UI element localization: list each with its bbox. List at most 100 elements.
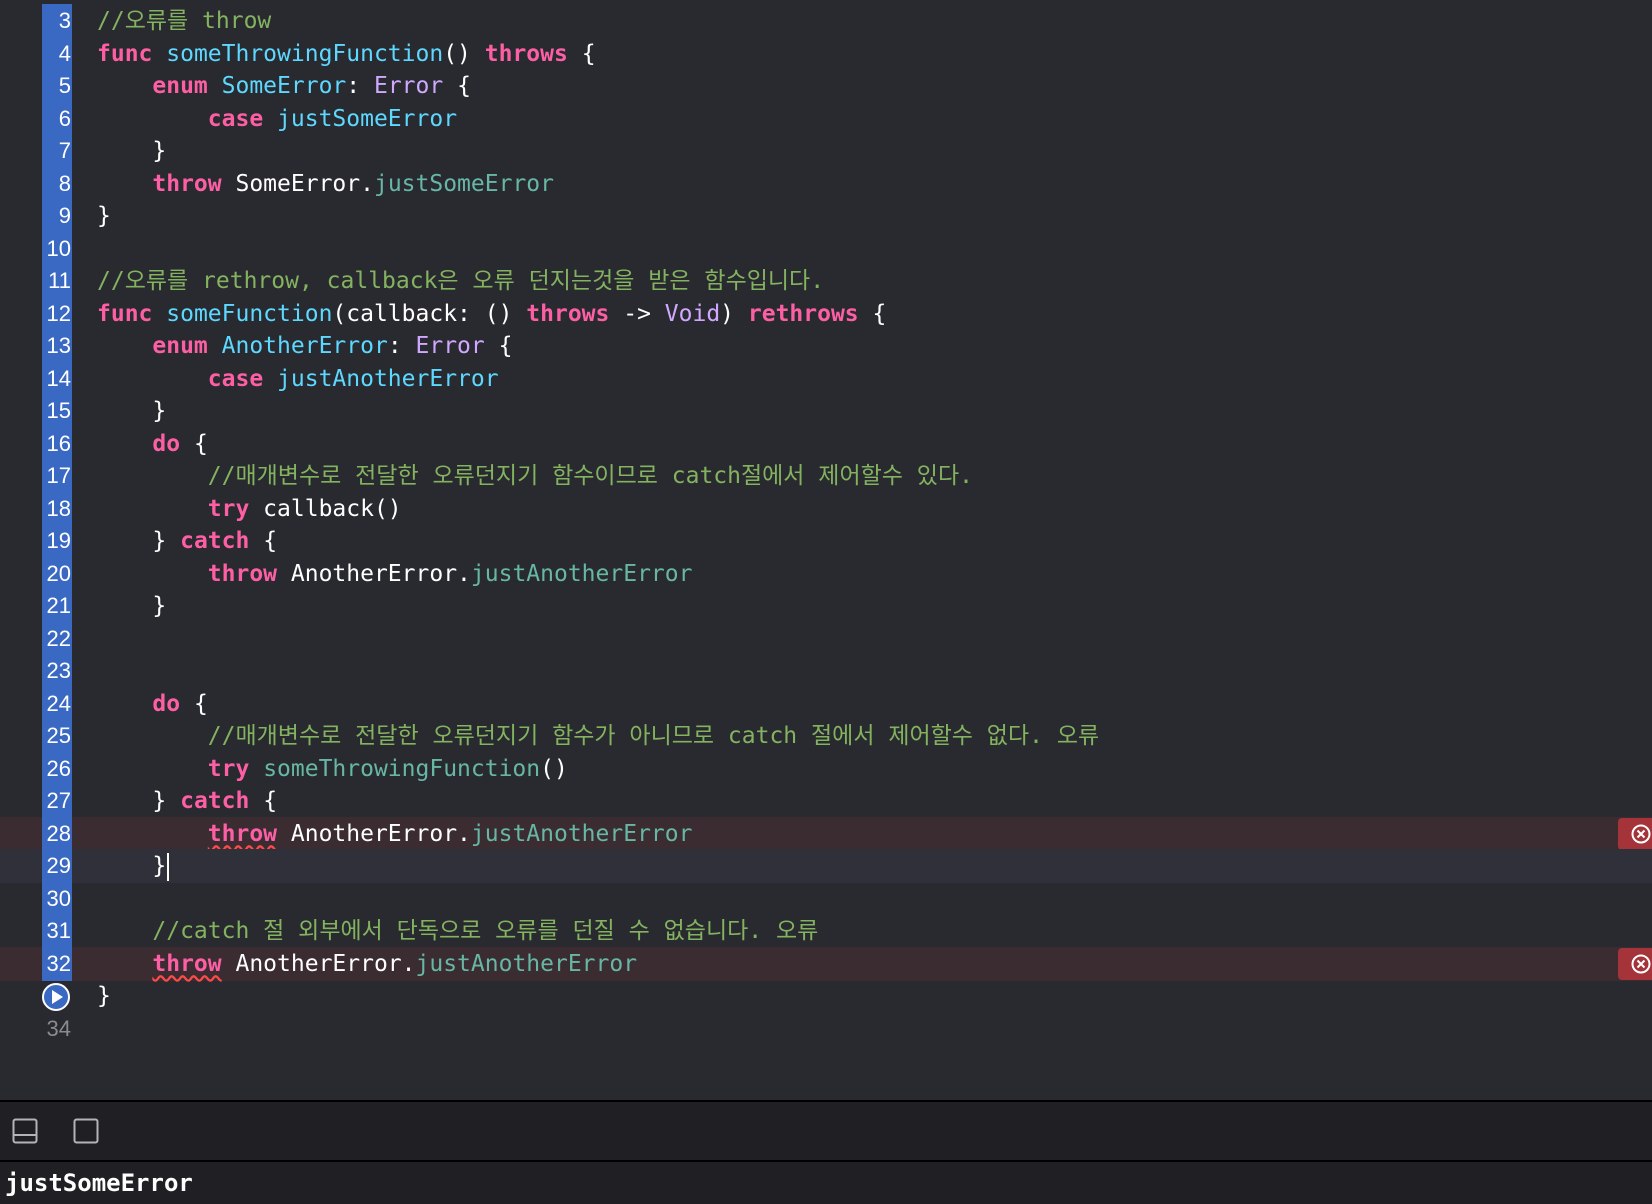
line-number[interactable]: 32	[42, 946, 72, 981]
code-token: }	[97, 593, 167, 619]
code-line[interactable]: 12 func someFunction(callback: () throws …	[0, 296, 1652, 331]
line-number[interactable]: 28	[42, 816, 72, 851]
line-number[interactable]: 7	[42, 134, 72, 168]
line-number[interactable]: 3	[42, 4, 72, 38]
code-line[interactable]: 26 try someThrowingFunction()	[0, 751, 1652, 786]
code-line[interactable]: 22	[0, 621, 1652, 656]
line-number[interactable]: 14	[42, 361, 72, 396]
line-number[interactable]: 13	[42, 329, 72, 363]
line-number[interactable]: 31	[42, 914, 72, 948]
code-line[interactable]: 6 case justSomeError	[0, 101, 1652, 136]
code-token: throws	[484, 40, 568, 67]
line-number[interactable]: 16	[42, 426, 72, 461]
code-token: someThrowingFunction	[263, 755, 541, 782]
line-number[interactable]: 18	[42, 491, 72, 526]
line-number[interactable]: 23	[42, 654, 72, 688]
code-token: }	[97, 398, 167, 424]
code-text: case justAnotherError	[97, 362, 499, 396]
line-number[interactable]: 15	[42, 394, 72, 428]
code-text: enum AnotherError: Error {	[97, 329, 512, 363]
code-line[interactable]: 13 enum AnotherError: Error {	[0, 329, 1652, 363]
code-line[interactable]: 19 } catch {	[0, 524, 1652, 558]
hide-debug-area-icon[interactable]	[12, 1118, 38, 1148]
code-line[interactable]: 34	[0, 1012, 1652, 1046]
code-token: }	[97, 983, 111, 1009]
code-line[interactable]: 29 }	[0, 849, 1652, 883]
line-number[interactable]: 24	[42, 686, 72, 721]
code-token: justAnotherError	[470, 820, 693, 847]
code-token: (callback: ()	[332, 300, 527, 327]
code-line[interactable]: 14 case justAnotherError	[0, 361, 1652, 396]
console-output: justSomeError	[5, 1169, 193, 1197]
line-number[interactable]: 30	[42, 881, 72, 916]
line-number[interactable]: 19	[42, 524, 72, 558]
code-line[interactable]: 9}	[0, 199, 1652, 233]
line-number[interactable]: 25	[42, 719, 72, 753]
code-line[interactable]: 4 func someThrowingFunction() throws {	[0, 36, 1652, 71]
code-line[interactable]: 28 throw AnotherError.justAnotherError	[0, 816, 1652, 851]
code-text: try someThrowingFunction()	[97, 752, 568, 786]
code-line[interactable]: 21 }	[0, 589, 1652, 623]
code-line[interactable]: 23	[0, 654, 1652, 688]
code-line[interactable]: 3 //오류를 throw	[0, 4, 1652, 38]
code-line[interactable]: 20 throw AnotherError.justAnotherError	[0, 556, 1652, 591]
code-line[interactable]: 7 }	[0, 134, 1652, 168]
line-number[interactable]: 22	[42, 621, 72, 656]
error-x-circle-icon[interactable]	[1618, 817, 1652, 850]
code-line[interactable]: 8 throw SomeError.justSomeError	[0, 166, 1652, 201]
code-line[interactable]: 30	[0, 881, 1652, 916]
code-token: {	[443, 73, 471, 99]
code-token: //매개변수로 전달한 오류던지기 함수이므로 catch절에서 제어할수 있다…	[207, 463, 973, 489]
line-number[interactable]: 6	[42, 101, 72, 136]
line-number[interactable]: 9	[42, 199, 72, 233]
line-number[interactable]: 26	[42, 751, 72, 786]
line-number[interactable]: 5	[42, 69, 72, 103]
code-editor[interactable]: 3//오류를 throw 4 func someThrowingFunction()…	[0, 0, 1652, 1100]
code-line[interactable]: }	[0, 979, 1652, 1013]
code-token: }	[97, 853, 167, 879]
line-number[interactable]: 4	[42, 36, 72, 71]
code-line[interactable]: 31 //catch 절 외부에서 단독으로 오류를 던질 수 없습니다. 오류	[0, 914, 1652, 948]
code-line[interactable]: 16 do {	[0, 426, 1652, 461]
code-line[interactable]: 15 }	[0, 394, 1652, 428]
code-text: throw SomeError.justSomeError	[97, 167, 554, 201]
line-number[interactable]: 20	[42, 556, 72, 591]
code-line[interactable]: 5 enum SomeError: Error {	[0, 69, 1652, 103]
code-line[interactable]: 32 throw AnotherError.justAnotherError	[0, 946, 1652, 981]
code-token: }	[97, 203, 111, 229]
line-number[interactable]: 29	[42, 849, 72, 883]
code-text: throw AnotherError.justAnotherError	[97, 947, 637, 981]
code-line[interactable]: 17 //매개변수로 전달한 오류던지기 함수이므로 catch절에서 제어할수…	[0, 459, 1652, 493]
line-number[interactable]: 10	[42, 231, 72, 266]
code-token: {	[484, 333, 513, 359]
code-token: throw	[207, 820, 278, 847]
code-line[interactable]: 11 //오류를 rethrow, callback은 오류 던지는것을 받은 함…	[0, 264, 1652, 298]
line-number[interactable]: 11	[42, 264, 72, 298]
line-number[interactable]: 27	[42, 784, 72, 818]
code-token: {	[858, 300, 887, 327]
code-line[interactable]: 25 //매개변수로 전달한 오류던지기 함수가 아니므로 catch 절에서 …	[0, 719, 1652, 753]
line-number[interactable]: 17	[42, 459, 72, 493]
code-line[interactable]: 24 do {	[0, 686, 1652, 721]
line-number[interactable]: 12	[42, 296, 72, 331]
code-text: }	[97, 199, 111, 233]
code-text: }	[97, 394, 166, 428]
line-number[interactable]: 8	[42, 166, 72, 201]
code-token: :	[387, 333, 416, 359]
line-number[interactable]: 34	[42, 1012, 72, 1046]
code-line[interactable]: 10	[0, 231, 1652, 266]
console-toggle-icon[interactable]	[73, 1118, 99, 1148]
code-line[interactable]: 18 try callback()	[0, 491, 1652, 526]
code-line[interactable]: 27 } catch {	[0, 784, 1652, 818]
line-number[interactable]: 21	[42, 589, 72, 623]
error-x-circle-icon[interactable]	[1618, 947, 1652, 980]
code-token: AnotherError	[221, 333, 388, 359]
